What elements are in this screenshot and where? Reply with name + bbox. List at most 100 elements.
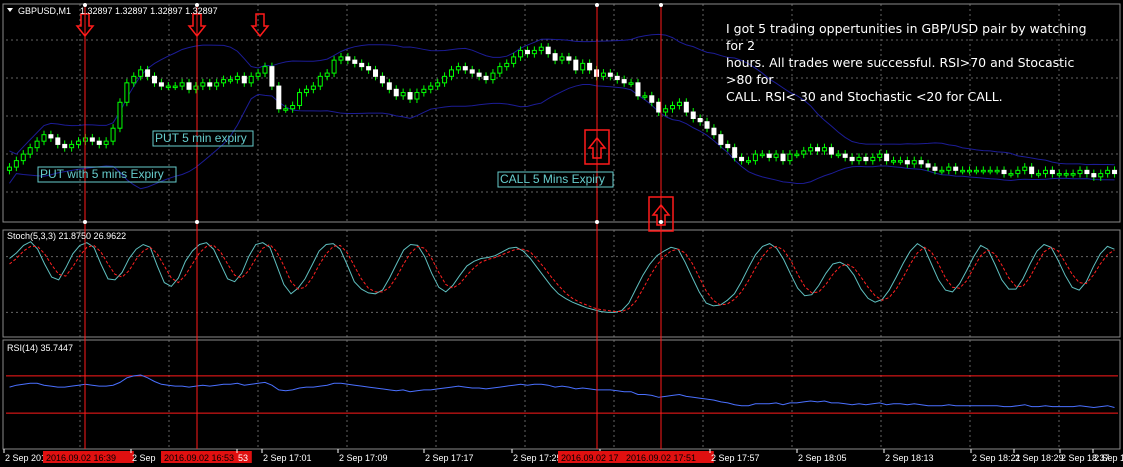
- signal-dot: [195, 220, 199, 224]
- candle-body: [587, 62, 593, 71]
- candle-body: [124, 82, 130, 103]
- expiry-label: PUT with 5 mins Expiry: [37, 166, 177, 183]
- candle-body: [462, 66, 468, 71]
- candle-body: [1036, 173, 1042, 176]
- candle-body: [1098, 173, 1104, 178]
- candle-body: [745, 160, 751, 163]
- candle-body: [1112, 169, 1118, 175]
- candle-body: [359, 62, 365, 68]
- candle-body: [918, 160, 924, 165]
- candle-body: [939, 169, 945, 173]
- candle-body: [379, 75, 385, 84]
- candle-body: [1056, 173, 1062, 176]
- candle-body: [801, 150, 807, 155]
- signal-time-label: 2016.09.02 17: [558, 451, 633, 463]
- candle-body: [732, 147, 738, 158]
- candle: [124, 78, 130, 107]
- candle-body: [821, 147, 827, 152]
- candle-body: [276, 85, 282, 110]
- tick-label: 2 Sep 17:17: [425, 453, 474, 463]
- candle-body: [48, 134, 54, 139]
- candle-body: [241, 75, 247, 84]
- candle-body: [214, 82, 220, 87]
- candle-body: [151, 75, 157, 84]
- candle-body: [96, 140, 102, 145]
- candle-body: [103, 140, 109, 145]
- candle-body: [642, 95, 648, 98]
- candle-body: [62, 143, 68, 149]
- tick-label: 2 Sep 18:21: [972, 453, 1021, 463]
- candle-body: [1105, 169, 1111, 175]
- tick-label: 2 Sep 201: [5, 453, 46, 463]
- candle-body: [290, 105, 296, 110]
- signal-dot: [595, 3, 599, 7]
- candle-body: [1091, 173, 1097, 178]
- candle-body: [6, 166, 12, 171]
- candle-body: [559, 56, 565, 61]
- candle-body: [200, 82, 206, 87]
- candle-body: [994, 169, 1000, 173]
- candle-body: [331, 59, 337, 74]
- candle-body: [221, 79, 227, 84]
- tick-label: 2016.09.02 16:53: [164, 453, 234, 463]
- candle-body: [704, 121, 710, 129]
- candle-body: [752, 153, 758, 162]
- expiry-label-text: CALL 5 Mins Expiry: [500, 172, 605, 186]
- candle-body: [649, 95, 655, 103]
- candle-body: [794, 153, 800, 157]
- note-line-3: CALL. RSI< 30 and Stochastic <20 for CAL…: [726, 89, 1003, 104]
- candle-body: [780, 153, 786, 162]
- candle-body: [89, 137, 95, 142]
- candle-body: [870, 156, 876, 162]
- candle-body: [600, 72, 606, 77]
- note-line-2: hours. All trades were successful. RSI>7…: [726, 55, 1075, 87]
- candle-body: [414, 92, 420, 100]
- candle-body: [863, 156, 869, 162]
- candle-body: [635, 82, 641, 97]
- candle-body: [980, 169, 986, 173]
- signal-dot: [659, 3, 663, 7]
- candle-body: [283, 108, 289, 111]
- candle-body: [207, 82, 213, 87]
- candle-body: [179, 82, 185, 87]
- candle-body: [297, 92, 303, 107]
- candle-body: [904, 160, 910, 165]
- candle-body: [20, 153, 26, 162]
- candle-body: [1077, 169, 1083, 175]
- tick-label: 2 Sep 17:57: [711, 453, 760, 463]
- tick-label: 2 Sep 18:05: [798, 453, 847, 463]
- candle-body: [960, 169, 966, 173]
- tick-label: 2016.09.02 16:39: [46, 453, 116, 463]
- candle-body: [366, 66, 372, 71]
- candle-body: [884, 153, 890, 162]
- candle-body: [110, 127, 116, 142]
- tick-label: 2016.09.02 17:51: [626, 453, 696, 463]
- candle-body: [165, 85, 171, 89]
- candle-body: [386, 82, 392, 90]
- signal-dot: [595, 220, 599, 224]
- candle: [276, 82, 282, 113]
- candle-body: [842, 153, 848, 158]
- candle-body: [580, 62, 586, 71]
- candle-body: [545, 46, 551, 55]
- candle-body: [759, 153, 765, 157]
- candle-body: [835, 153, 841, 157]
- expiry-label-text: PUT with 5 mins Expiry: [40, 167, 164, 181]
- candle-body: [1022, 166, 1028, 171]
- expiry-label: PUT 5 min expiry: [152, 130, 254, 147]
- candle-body: [552, 53, 558, 61]
- candle-body: [41, 134, 47, 142]
- candle-body: [55, 137, 61, 145]
- candle-body: [172, 85, 178, 89]
- tick-label: 2 Sep 1: [1094, 453, 1123, 463]
- candle-body: [117, 101, 123, 129]
- candle-body: [1063, 173, 1069, 176]
- candle-body: [815, 147, 821, 152]
- candle-body: [310, 85, 316, 90]
- candle-body: [877, 153, 883, 158]
- candle-body: [442, 75, 448, 84]
- candle-body: [518, 49, 524, 58]
- stoch-title: Stoch(5,3,3) 21.8750 26.9622: [7, 231, 126, 241]
- candle-body: [766, 153, 772, 158]
- candle-body: [400, 92, 406, 97]
